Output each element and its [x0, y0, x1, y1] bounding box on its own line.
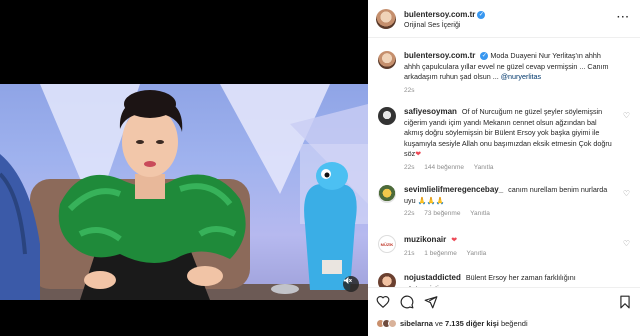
- mute-icon: [343, 276, 352, 285]
- video-scene-illustration: [0, 84, 368, 300]
- caption-author[interactable]: bulentersoy.com.tr: [404, 51, 475, 60]
- comment-time: 22s: [404, 210, 415, 217]
- reply-button[interactable]: Yanıtla: [474, 164, 494, 171]
- comment-author[interactable]: safiyesoyman: [404, 107, 457, 116]
- likes-suffix: beğendi: [500, 319, 528, 328]
- reply-button[interactable]: Yanıtla: [467, 250, 487, 257]
- comment-likes[interactable]: 144 beğenme: [424, 164, 464, 171]
- post-actions: sibelarna ve 7.135 diğer kişi beğendi: [368, 287, 640, 336]
- comment-author[interactable]: nojustaddicted: [404, 273, 461, 282]
- verified-icon: ✓: [477, 10, 486, 19]
- comment-avatar[interactable]: [378, 185, 396, 203]
- comments-list[interactable]: bulentersoy.com.tr ✓ Moda Duayeni Nur Yer…: [368, 39, 640, 287]
- bookmark-icon[interactable]: [618, 295, 632, 309]
- reply-button[interactable]: Yanıtla: [470, 210, 490, 217]
- comment-time: 22s: [404, 163, 415, 171]
- comment-avatar[interactable]: MÜZİK: [378, 235, 396, 253]
- author-username[interactable]: bulentersoy.com.tr: [404, 10, 475, 19]
- post-header: bulentersoy.com.tr ✓ Orijinal Ses İçeriği…: [368, 0, 640, 38]
- post-details-panel: bulentersoy.com.tr ✓ Orijinal Ses İçeriği…: [368, 0, 640, 336]
- audio-label[interactable]: Orijinal Ses İçeriği: [404, 22, 485, 29]
- comment-author[interactable]: sevimlielifmeregencebay_: [404, 185, 503, 194]
- more-icon[interactable]: ···: [617, 12, 630, 23]
- comment-likes[interactable]: 1 beğenme: [424, 250, 457, 257]
- video-frame[interactable]: [0, 84, 368, 300]
- likes-summary[interactable]: sibelarna ve 7.135 diğer kişi beğendi: [376, 319, 528, 328]
- verified-icon: ✓: [480, 52, 489, 61]
- caption-avatar[interactable]: [378, 51, 396, 69]
- like-comment-icon[interactable]: ♡: [623, 189, 630, 198]
- like-comment-icon[interactable]: ♡: [623, 111, 630, 120]
- prayer-emoji: 🙏🙏🙏: [417, 195, 445, 205]
- red-heart-emoji: ❤: [415, 149, 422, 158]
- like-comment-icon[interactable]: ♡: [623, 239, 630, 248]
- liker-username[interactable]: sibelarna: [400, 319, 433, 328]
- comment-time: 21s: [404, 249, 415, 257]
- comment-icon[interactable]: [400, 295, 414, 309]
- comment-avatar[interactable]: [378, 273, 396, 287]
- caption-mention[interactable]: @nuryerlitas: [501, 72, 541, 81]
- mute-button[interactable]: [343, 276, 359, 292]
- red-heart-emoji: ❤: [451, 235, 458, 244]
- post-media[interactable]: [0, 0, 368, 336]
- liker-avatar: [388, 319, 397, 328]
- heart-icon[interactable]: [376, 295, 390, 309]
- author-avatar[interactable]: [376, 9, 396, 29]
- likes-count[interactable]: 7.135 diğer kişi: [445, 319, 499, 328]
- comment-author[interactable]: muzikonair: [404, 235, 446, 244]
- likes-connector: ve: [435, 319, 443, 328]
- comment-avatar[interactable]: [378, 107, 396, 125]
- share-icon[interactable]: [424, 295, 438, 309]
- caption-time: 22s: [404, 86, 415, 94]
- comment-likes[interactable]: 73 beğenme: [424, 210, 460, 217]
